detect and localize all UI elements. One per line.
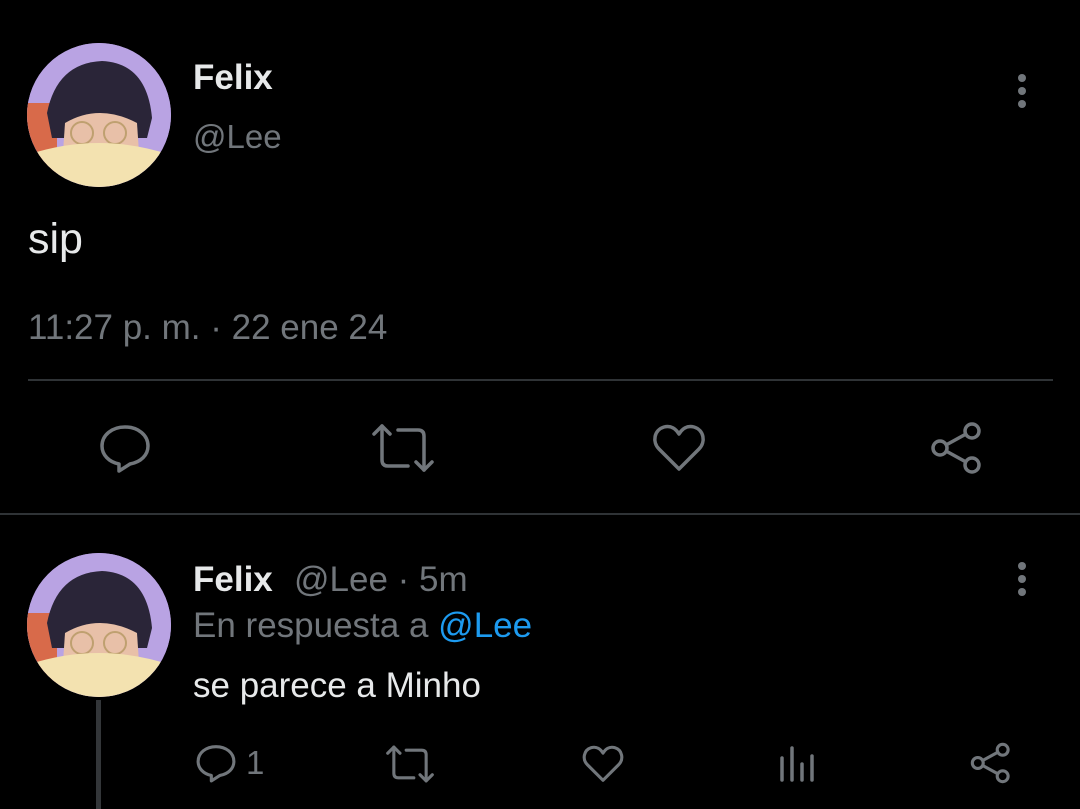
divider (28, 379, 1053, 381)
replying-handle-link[interactable]: @Lee (438, 606, 532, 645)
author-name[interactable]: Felix (193, 58, 273, 98)
reply-author-name[interactable]: Felix (193, 560, 273, 600)
like-icon[interactable] (652, 423, 706, 473)
reply-text: se parece a Minho (193, 666, 481, 705)
reply-handle-time[interactable]: @Lee · 5m (294, 560, 468, 600)
reply-count: 1 (246, 744, 265, 781)
share-icon[interactable] (930, 421, 984, 475)
reply-author-avatar[interactable] (27, 553, 171, 697)
retweet-icon[interactable] (386, 744, 434, 784)
retweet-icon[interactable] (372, 422, 434, 474)
more-vertical-icon[interactable] (1008, 72, 1036, 112)
replying-to: En respuesta a @Lee (193, 606, 532, 646)
tweet-timestamp[interactable]: 11:27 p. m. · 22 ene 24 (28, 308, 387, 348)
thread-line (96, 700, 101, 809)
tweet-text: sip (28, 215, 83, 263)
like-icon[interactable] (582, 744, 624, 784)
replying-prefix: En respuesta a (193, 606, 429, 645)
author-avatar[interactable] (27, 43, 171, 187)
reply-icon[interactable] (98, 421, 152, 475)
reply-icon[interactable] (195, 742, 237, 784)
author-handle[interactable]: @Lee (193, 118, 282, 156)
section-divider (0, 513, 1080, 515)
more-vertical-icon[interactable] (1008, 560, 1036, 600)
share-icon[interactable] (970, 742, 1012, 784)
views-icon[interactable] (778, 744, 816, 784)
